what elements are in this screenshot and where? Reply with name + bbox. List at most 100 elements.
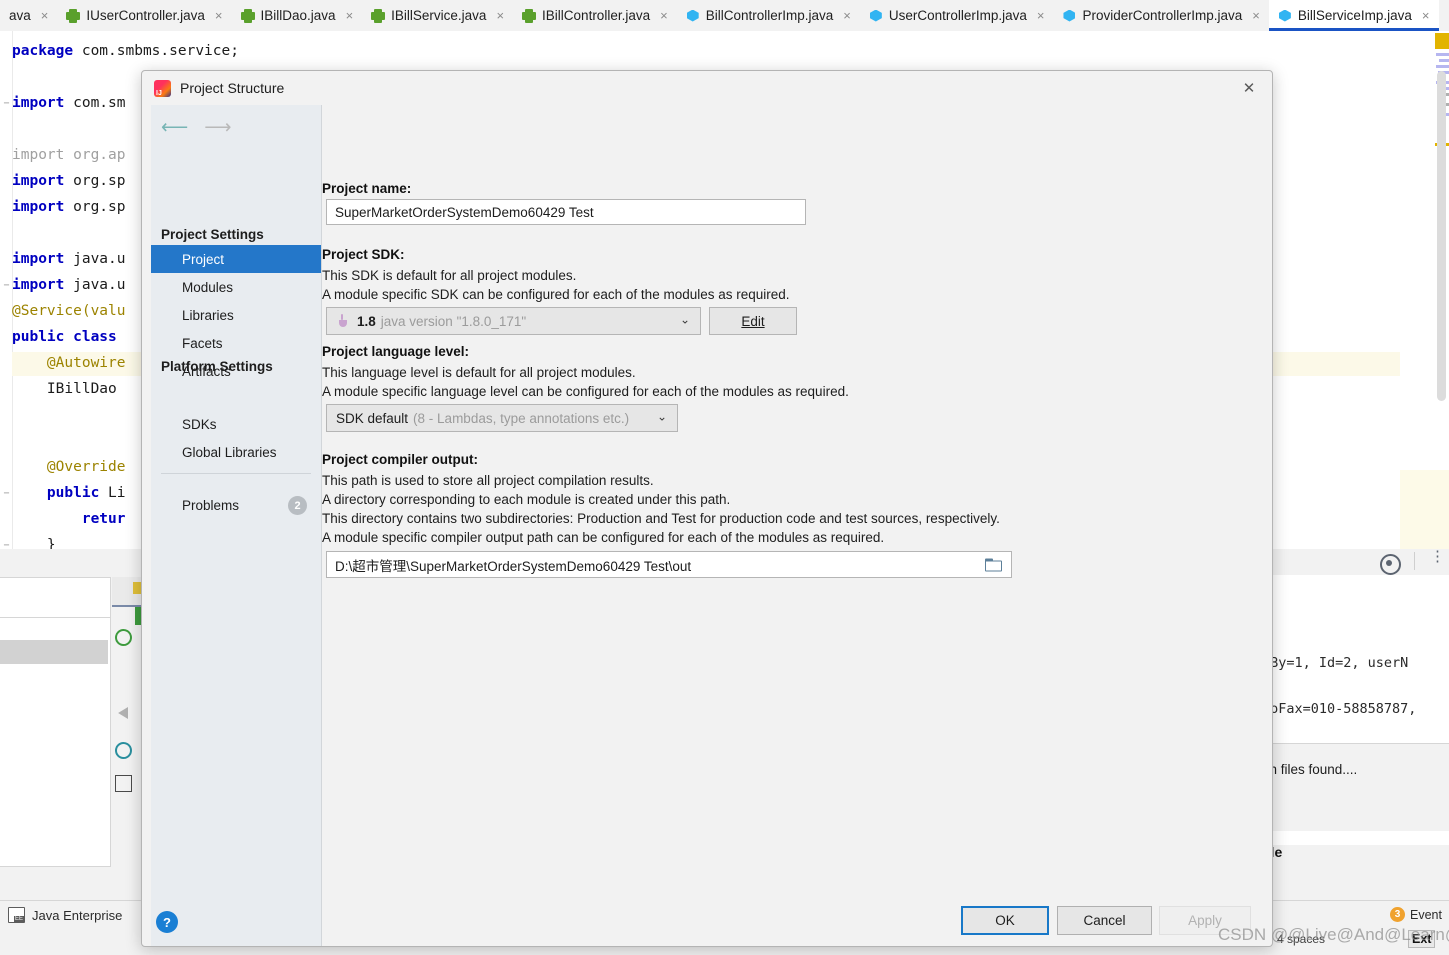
tab-close-icon[interactable]: × xyxy=(215,8,223,23)
code-line: public class xyxy=(12,329,117,345)
sidebar-item-problems[interactable]: Problems 2 xyxy=(151,491,321,519)
code-token: package xyxy=(12,43,74,59)
copy-icon[interactable] xyxy=(115,775,132,792)
code-token: IBillDao xyxy=(12,381,117,397)
sidebar-item-global-libraries[interactable]: Global Libraries xyxy=(151,438,321,466)
tab-close-icon[interactable]: × xyxy=(346,8,354,23)
code-fold-icon[interactable]: − xyxy=(1,540,12,549)
sidebar-item-label: Global Libraries xyxy=(182,444,277,460)
code-token: @Autowire xyxy=(12,355,126,371)
code-token: com.smbms.service; xyxy=(73,43,239,59)
project-name-input[interactable]: SuperMarketOrderSystemDemo60429 Test xyxy=(326,199,806,225)
tab-close-icon[interactable]: × xyxy=(1037,8,1045,23)
project-structure-dialog: Project Structure ✕ ⟵ ⟶ Project Settings… xyxy=(141,70,1273,947)
code-line: import java.u xyxy=(12,277,126,293)
code-line: IBillDao xyxy=(12,381,117,397)
sdk-edit-button-label: Edit xyxy=(741,313,765,329)
language-level-combo[interactable]: SDK default (8 - Lambdas, type annotatio… xyxy=(326,404,678,432)
code-token: retur xyxy=(81,511,126,527)
intellij-idea-icon xyxy=(154,79,171,97)
sidebar-item-libraries[interactable]: Libraries xyxy=(151,301,321,329)
close-icon[interactable]: ✕ xyxy=(1240,80,1258,98)
code-line: import org.sp xyxy=(12,173,126,189)
left-panel-selected-row[interactable] xyxy=(0,640,108,664)
back-arrow-icon[interactable]: ⟵ xyxy=(161,118,188,137)
sidebar-item-artifacts[interactable]: Artifacts xyxy=(151,357,321,385)
ok-button[interactable]: OK xyxy=(961,906,1049,935)
sidebar-item-project[interactable]: Project xyxy=(151,245,321,273)
problems-count-badge: 2 xyxy=(288,496,307,515)
status-java-enterprise[interactable]: Java Enterprise xyxy=(8,907,122,923)
left-panel-list[interactable] xyxy=(0,617,111,867)
tab-close-icon[interactable]: × xyxy=(496,8,504,23)
tab-close-icon[interactable]: × xyxy=(1422,8,1430,23)
status-java-enterprise-label: Java Enterprise xyxy=(32,907,123,923)
editor-tab-ava[interactable]: ava × xyxy=(0,0,57,31)
code-fold-icon[interactable]: − xyxy=(1,488,12,499)
editor-tab-label: BillControllerImp.java xyxy=(705,8,834,23)
console-line-2: roFax=010-58858787, xyxy=(1262,701,1417,717)
more-options-icon[interactable]: ⋮ xyxy=(1430,549,1445,564)
services-toolbar[interactable] xyxy=(112,607,134,865)
sdk-edit-button[interactable]: Edit xyxy=(709,307,797,335)
right-console-lower xyxy=(1262,620,1449,743)
code-line: @Autowire xyxy=(12,355,126,371)
editor-tab-billcontrollerimp[interactable]: BillControllerImp.java × xyxy=(677,0,860,31)
status-event-log[interactable]: 3 Event xyxy=(1390,907,1442,922)
code-line: @Override xyxy=(12,459,126,475)
editor-tab-label: IUserController.java xyxy=(86,8,205,23)
watermark: CSDN @@Live@And@Learn@# xyxy=(1218,925,1449,944)
compiler-output-desc-4: A module specific compiler output path c… xyxy=(322,530,885,545)
folder-icon[interactable] xyxy=(985,558,1002,571)
code-fold-icon[interactable]: − xyxy=(1,280,12,291)
code-token: com.sm xyxy=(64,95,126,111)
sidebar-item-label: Facets xyxy=(182,335,223,351)
code-fold-icon[interactable]: − xyxy=(1,98,12,109)
sidebar-item-sdks[interactable]: SDKs xyxy=(151,410,321,438)
dialog-sidebar: ⟵ ⟶ Project Settings Platform Settings Pro… xyxy=(151,105,322,946)
editor-scrollbar-thumb[interactable] xyxy=(1437,71,1446,401)
editor-tab-ibilldao[interactable]: IBillDao.java × xyxy=(232,0,363,31)
editor-tab-iusercontroller[interactable]: IUserController.java × xyxy=(57,0,231,31)
code-token: @Service(valu xyxy=(12,303,126,319)
tab-close-icon[interactable]: × xyxy=(660,8,668,23)
code-token: org.sp xyxy=(64,173,126,189)
editor-tab-ibillcontroller[interactable]: IBillController.java × xyxy=(513,0,677,31)
nav-history-buttons: ⟵ ⟶ xyxy=(161,118,232,137)
project-name-label: Project name: xyxy=(322,181,412,196)
code-line: retur xyxy=(12,511,126,527)
target-icon[interactable] xyxy=(1380,554,1401,575)
collapse-icon[interactable] xyxy=(118,707,128,719)
compiler-output-label: Project compiler output: xyxy=(322,452,479,467)
tab-close-icon[interactable]: × xyxy=(843,8,851,23)
language-level-desc-1: This language level is default for all p… xyxy=(322,365,636,380)
interface-icon xyxy=(66,8,81,23)
dialog-title-bar: Project Structure xyxy=(142,71,1272,105)
refresh-icon[interactable] xyxy=(115,742,132,759)
editor-tab-bar: ava × IUserController.java × IBillDao.java × I… xyxy=(0,0,1449,32)
event-count-badge: 3 xyxy=(1390,907,1405,922)
editor-tab-label: IBillService.java xyxy=(391,8,487,23)
right-tool-header xyxy=(1262,549,1449,576)
cancel-button[interactable]: Cancel xyxy=(1057,906,1152,935)
editor-tab-usercontrollerimp[interactable]: UserControllerImp.java × xyxy=(860,0,1054,31)
sidebar-item-modules[interactable]: Modules xyxy=(151,273,321,301)
editor-tab-providercontrollerimp[interactable]: ProviderControllerImp.java × xyxy=(1053,0,1268,31)
class-icon xyxy=(1278,9,1292,23)
compiler-output-input[interactable]: D:\超市管理\SuperMarketOrderSystemDemo60429 … xyxy=(326,551,1012,578)
sidebar-item-label: Modules xyxy=(182,279,234,295)
chevron-down-icon[interactable]: ⌄ xyxy=(680,313,690,327)
code-token: import xyxy=(12,251,65,267)
tab-close-icon[interactable]: × xyxy=(41,8,49,23)
project-sdk-combo[interactable]: 1.8 java version "1.8.0_171" ⌄ xyxy=(326,307,701,335)
chevron-down-icon[interactable]: ⌄ xyxy=(657,410,667,424)
editor-tab-ibillservice[interactable]: IBillService.java × xyxy=(362,0,513,31)
tab-close-icon[interactable]: × xyxy=(1252,8,1260,23)
sidebar-item-facets[interactable]: Facets xyxy=(151,329,321,357)
sidebar-divider xyxy=(161,473,311,474)
editor-tab-billserviceimp[interactable]: BillServiceImp.java × xyxy=(1268,0,1439,31)
project-sdk-label: Project SDK: xyxy=(322,247,405,262)
help-icon[interactable]: ? xyxy=(156,911,178,933)
forward-arrow-icon[interactable]: ⟶ xyxy=(204,118,231,137)
